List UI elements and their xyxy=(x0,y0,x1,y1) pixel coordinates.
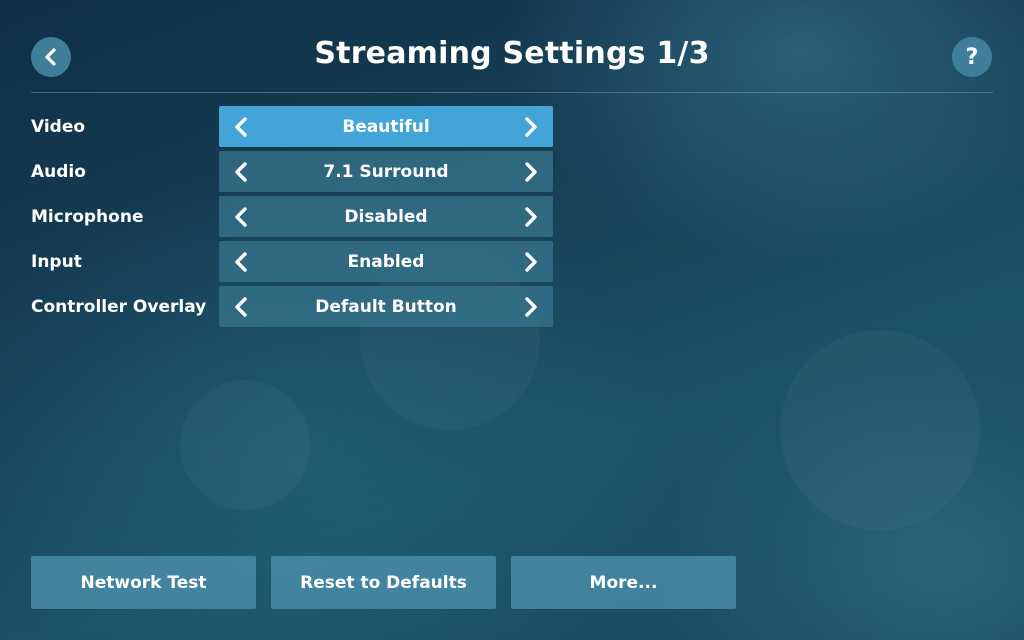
chevron-left-icon[interactable] xyxy=(229,247,253,277)
question-mark-icon: ? xyxy=(965,44,979,70)
reset-defaults-button[interactable]: Reset to Defaults xyxy=(271,556,496,609)
video-selector[interactable]: Beautiful xyxy=(219,106,553,147)
selector-value: Beautiful xyxy=(342,116,430,137)
setting-label: Video xyxy=(31,116,86,137)
page-title: Streaming Settings 1/3 xyxy=(314,36,710,71)
setting-label: Controller Overlay xyxy=(31,296,207,317)
setting-row-audio: Audio 7.1 Surround xyxy=(31,151,553,192)
chevron-left-icon[interactable] xyxy=(229,157,253,187)
setting-label: Microphone xyxy=(31,206,144,227)
network-test-button[interactable]: Network Test xyxy=(31,556,256,609)
setting-label: Audio xyxy=(31,161,86,182)
help-button[interactable]: ? xyxy=(952,37,992,77)
settings-list: Video Beautiful Audio 7.1 Surround Micro… xyxy=(31,106,553,331)
setting-row-microphone: Microphone Disabled xyxy=(31,196,553,237)
setting-row-controller-overlay: Controller Overlay Default Button xyxy=(31,286,553,327)
chevron-left-icon[interactable] xyxy=(229,112,253,142)
setting-row-input: Input Enabled xyxy=(31,241,553,282)
chevron-right-icon[interactable] xyxy=(519,247,543,277)
selector-value: Default Button xyxy=(315,296,457,317)
audio-selector[interactable]: 7.1 Surround xyxy=(219,151,553,192)
setting-label: Input xyxy=(31,251,82,272)
header: Streaming Settings 1/3 ? xyxy=(0,0,1024,93)
setting-row-video: Video Beautiful xyxy=(31,106,553,147)
chevron-right-icon[interactable] xyxy=(519,157,543,187)
selector-value: Disabled xyxy=(344,206,428,227)
bottom-button-bar: Network Test Reset to Defaults More... xyxy=(31,556,736,609)
chevron-right-icon[interactable] xyxy=(519,292,543,322)
background-bokeh xyxy=(180,380,310,510)
selector-value: Enabled xyxy=(347,251,425,272)
input-selector[interactable]: Enabled xyxy=(219,241,553,282)
selector-value: 7.1 Surround xyxy=(323,161,449,182)
microphone-selector[interactable]: Disabled xyxy=(219,196,553,237)
chevron-right-icon[interactable] xyxy=(519,202,543,232)
header-divider xyxy=(31,92,993,93)
chevron-left-icon[interactable] xyxy=(229,292,253,322)
controller-overlay-selector[interactable]: Default Button xyxy=(219,286,553,327)
more-button[interactable]: More... xyxy=(511,556,736,609)
background-bokeh xyxy=(780,330,980,530)
chevron-left-icon[interactable] xyxy=(229,202,253,232)
chevron-right-icon[interactable] xyxy=(519,112,543,142)
